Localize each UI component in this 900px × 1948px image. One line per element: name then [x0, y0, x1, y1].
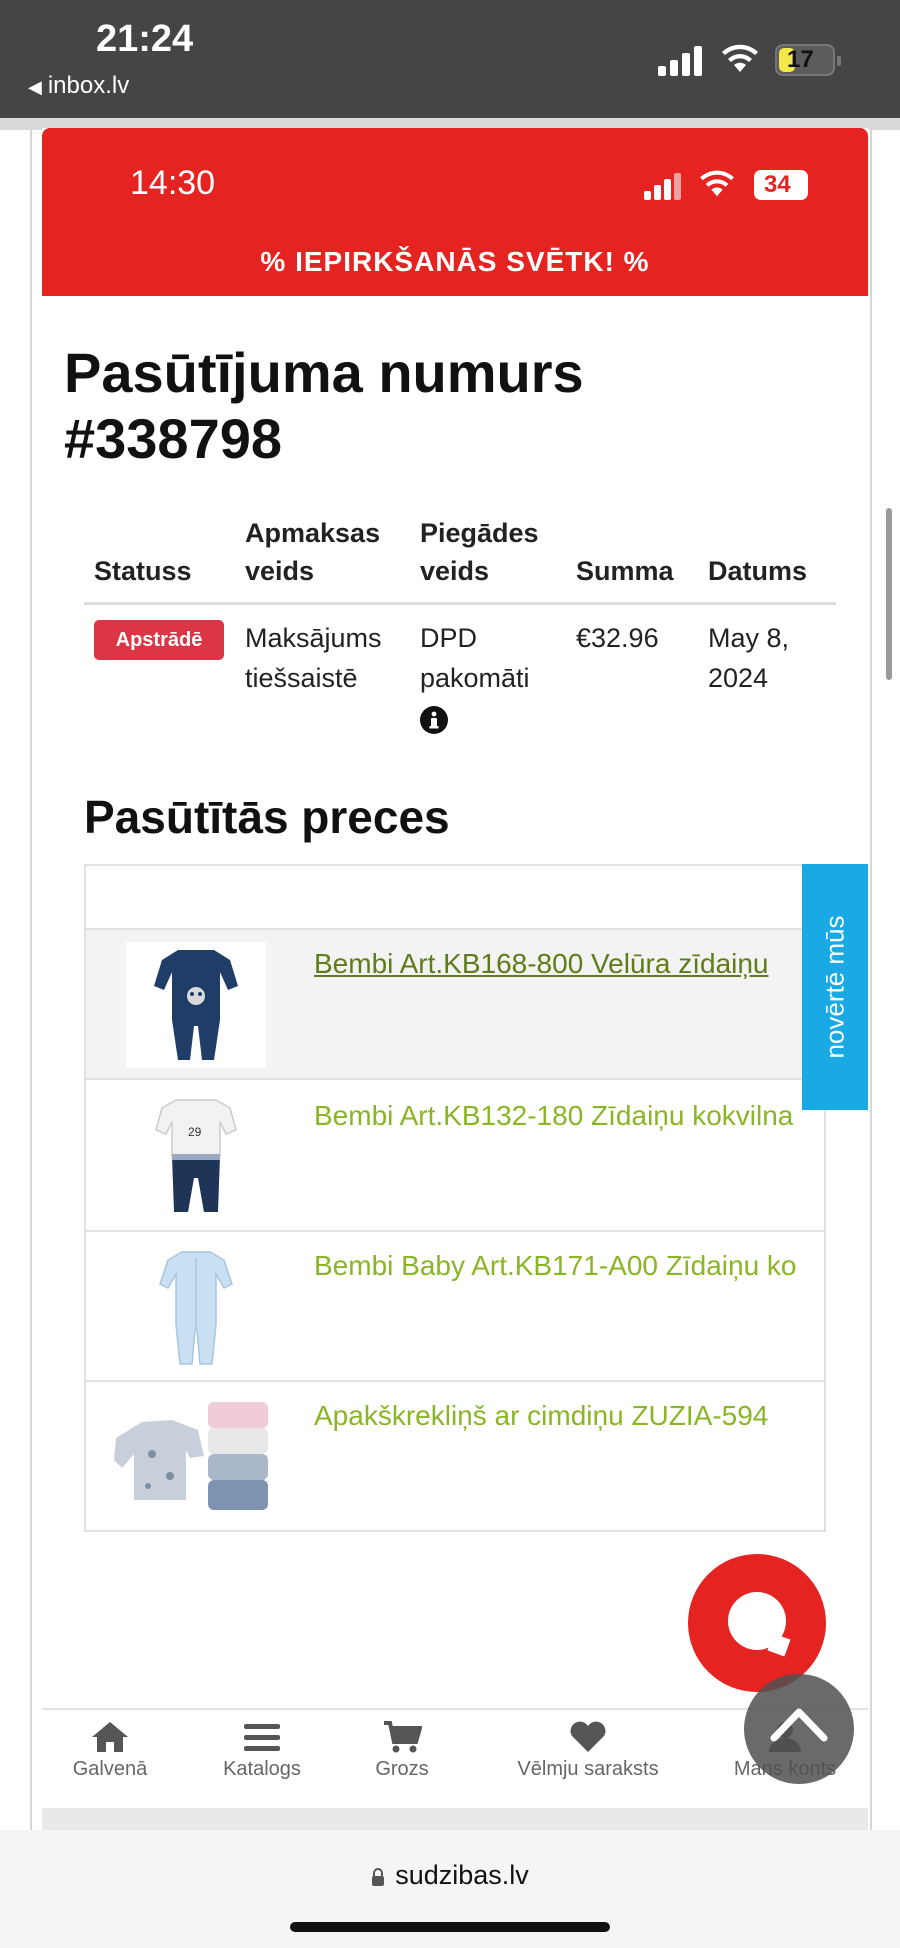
product-image-undershirts[interactable] — [112, 1394, 272, 1520]
order-date: May 8, 2024 — [708, 618, 789, 698]
order-date-line1: May 8, — [708, 623, 790, 653]
payment-method-line2: tiešsaistē — [245, 663, 358, 693]
delivery-method-line1: DPD — [420, 623, 478, 653]
header-sum: Summa — [576, 556, 674, 586]
header-delivery-line2: veids — [420, 556, 490, 586]
lock-icon — [372, 1868, 385, 1886]
products-section-title: Pasūtītās preces — [84, 791, 450, 843]
nav-wishlist-label: Vēlmju saraksts — [517, 1758, 659, 1780]
product-link[interactable]: Bembi Baby Art.KB171-A00 Zīdaiņu ko — [314, 1250, 797, 1282]
delivery-method: DPD pakomāti — [420, 618, 530, 698]
delivery-method-line2: pakomāti — [420, 663, 530, 693]
menu-icon — [244, 1724, 280, 1751]
header-date: Datums — [708, 556, 808, 586]
nav-cart-label: Grozs — [375, 1758, 429, 1780]
product-row[interactable]: 29 Bembi Art.KB132-180 Zīdaiņu kokvilna — [86, 1082, 824, 1232]
product-link[interactable]: Apakškrekliņš ar cimdiņu ZUZIA-594 — [314, 1400, 768, 1432]
page-scrollbar[interactable] — [886, 508, 892, 680]
frame-border-right — [870, 130, 872, 1830]
scroll-to-top-button[interactable] — [744, 1674, 854, 1784]
table-header-divider — [84, 602, 836, 605]
info-icon[interactable] — [420, 706, 448, 734]
product-link[interactable]: Bembi Art.KB132-180 Zīdaiņu kokvilna — [314, 1100, 793, 1132]
product-image-white-navy-romper[interactable]: 29 — [126, 1094, 266, 1220]
inner-battery-level: 34 — [764, 171, 791, 198]
order-number: #338798 — [64, 407, 283, 470]
page-bottom-strip — [42, 1808, 868, 1832]
address-bar[interactable]: sudzibas.lv — [0, 1860, 900, 1891]
product-link[interactable]: Bembi Art.KB168-800 Velūra zīdaiņu — [314, 948, 769, 980]
home-indicator[interactable] — [290, 1922, 610, 1932]
battery-icon: 17 — [775, 44, 841, 76]
nav-cart[interactable]: Grozs — [342, 1720, 462, 1781]
promo-banner[interactable]: % IEPIRKŠANĀS SVĒTK! % — [42, 246, 868, 278]
header-delivery-line1: Piegādes — [420, 518, 539, 548]
wifi-icon — [722, 44, 758, 72]
product-image-light-blue-romper[interactable] — [126, 1244, 266, 1370]
status-badge: Apstrādē — [94, 620, 224, 660]
back-app-label: inbox.lv — [47, 72, 130, 99]
header-payment-line1: Apmaksas — [245, 518, 381, 548]
inner-battery-icon: 34 — [754, 170, 808, 200]
back-to-app-link[interactable]: ◀ inbox.lv — [28, 72, 129, 100]
order-date-line2: 2024 — [708, 663, 769, 693]
header-payment: Apmaksas veids — [245, 514, 380, 590]
battery-level: 17 — [787, 46, 814, 73]
nav-catalog-label: Katalogs — [223, 1758, 301, 1780]
svg-text:29: 29 — [188, 1125, 202, 1139]
header-payment-line2: veids — [245, 556, 315, 586]
product-row[interactable]: Bembi Baby Art.KB171-A00 Zīdaiņu ko — [86, 1232, 824, 1382]
inner-wifi-icon — [700, 170, 734, 197]
product-image-navy-romper[interactable] — [126, 942, 266, 1068]
chat-button[interactable] — [688, 1554, 826, 1692]
outer-status-bar: 21:24 ◀ inbox.lv 17 — [0, 0, 900, 118]
order-sum: €32.96 — [576, 623, 659, 653]
products-table-header — [86, 866, 824, 930]
heart-icon — [570, 1721, 606, 1752]
products-table: Bembi Art.KB168-800 Velūra zīdaiņu 29 Be… — [84, 864, 826, 1532]
rate-us-label: novērtē mūs — [819, 915, 850, 1059]
header-delivery: Piegādes veids — [420, 514, 539, 590]
payment-method: Maksājums tiešsaistē — [245, 618, 382, 698]
cellular-signal-icon — [658, 46, 702, 76]
page-title-line1: Pasūtījuma numurs — [64, 341, 584, 404]
nav-catalog[interactable]: Katalogs — [202, 1720, 322, 1781]
back-triangle-icon: ◀ — [28, 77, 42, 97]
nav-wishlist[interactable]: Vēlmju saraksts — [488, 1720, 688, 1781]
chevron-up-icon — [770, 1708, 828, 1742]
cart-icon — [384, 1721, 422, 1753]
nav-home[interactable]: Galvenā — [50, 1720, 170, 1781]
browser-bottom-bar: sudzibas.lv — [0, 1830, 900, 1948]
outer-clock: 21:24 — [96, 18, 194, 60]
rate-us-tab[interactable]: novērtē mūs — [802, 864, 868, 1110]
inner-signal-icon — [644, 173, 681, 200]
nav-home-label: Galvenā — [72, 1758, 148, 1780]
header-status: Statuss — [94, 556, 192, 586]
url-text: sudzibas.lv — [395, 1860, 529, 1890]
home-icon — [92, 1722, 128, 1752]
store-header: 14:30 34 % IEPIRKŠANĀS SVĒTK! % — [42, 128, 868, 296]
inner-clock: 14:30 — [130, 164, 216, 202]
frame-border-left — [30, 130, 32, 1830]
page-title: Pasūtījuma numurs #338798 — [64, 340, 824, 472]
product-row[interactable]: Bembi Art.KB168-800 Velūra zīdaiņu — [86, 930, 824, 1080]
product-row[interactable]: Apakškrekliņš ar cimdiņu ZUZIA-594 — [86, 1382, 824, 1530]
payment-method-line1: Maksājums — [245, 623, 382, 653]
